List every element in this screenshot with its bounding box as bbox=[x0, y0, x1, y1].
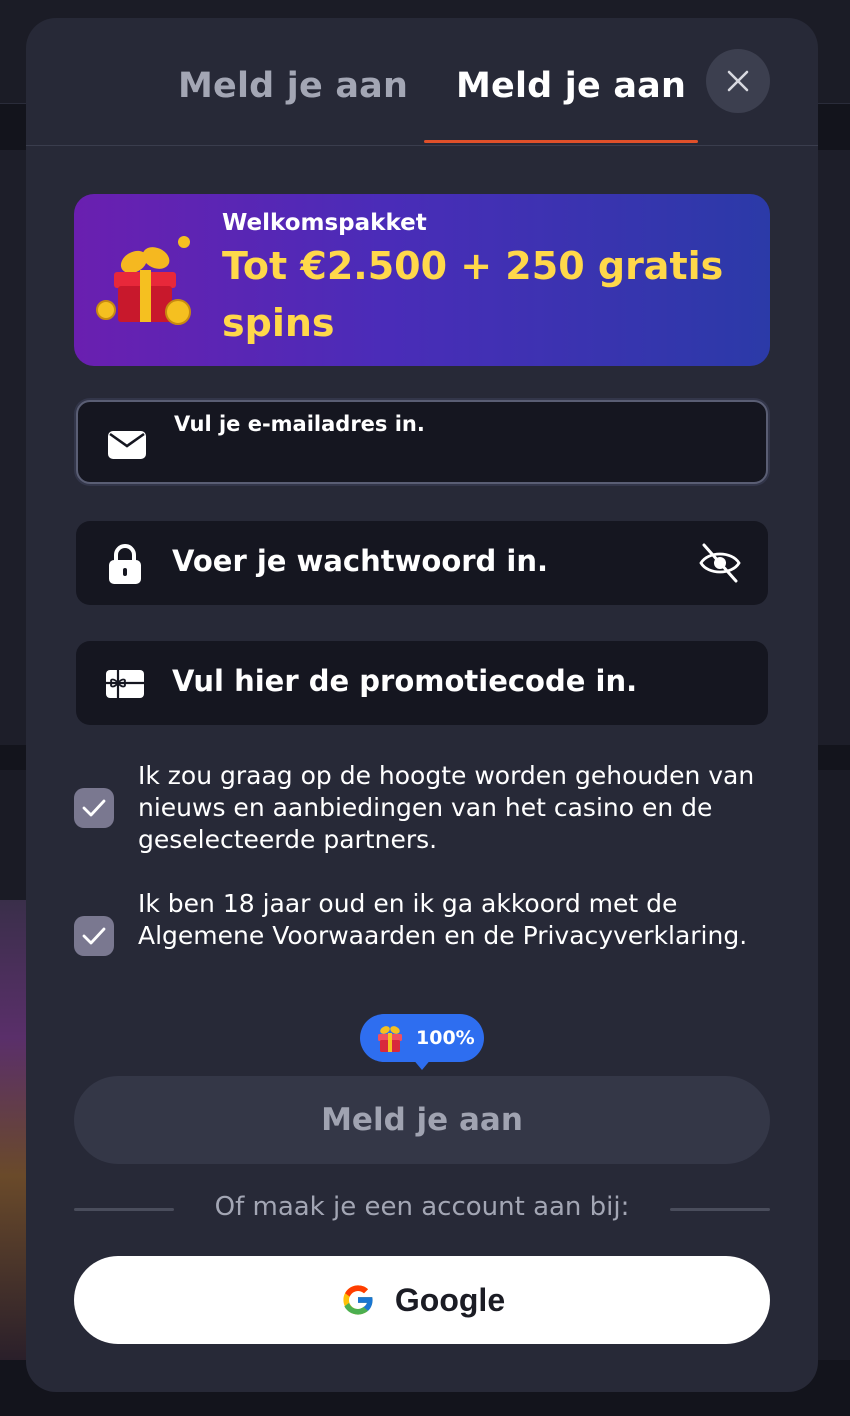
terms-consent-label: Ik ben 18 jaar oud en ik ga akkoord met … bbox=[138, 889, 748, 950]
envelope-icon bbox=[106, 424, 148, 466]
bonus-badge-text: 100% bbox=[416, 1027, 475, 1049]
newsletter-consent: Ik zou graag op de hoogte worden gehoude… bbox=[74, 760, 774, 860]
google-button-label: Google bbox=[394, 1281, 506, 1318]
close-icon bbox=[727, 70, 749, 92]
promo-title: Tot €2.500 + 250 gratis spins bbox=[222, 244, 724, 345]
newsletter-consent-label: Ik zou graag op de hoogte worden gehoude… bbox=[138, 761, 755, 854]
close-button[interactable] bbox=[706, 49, 770, 113]
email-input[interactable] bbox=[174, 448, 734, 478]
eye-off-icon bbox=[699, 543, 741, 583]
tab-register[interactable]: Meld je aan bbox=[456, 66, 686, 106]
bonus-badge-pointer bbox=[412, 1058, 432, 1070]
promocode-field[interactable]: Vul hier de promotiecode in. bbox=[76, 641, 768, 725]
google-signup-button[interactable]: Google bbox=[74, 1256, 770, 1344]
terms-checkbox[interactable] bbox=[74, 916, 114, 956]
checkmark-icon bbox=[82, 927, 106, 945]
bonus-badge: 100% bbox=[360, 1014, 484, 1062]
gift-icon bbox=[378, 1026, 402, 1052]
promocode-placeholder: Vul hier de promotiecode in. bbox=[172, 664, 638, 698]
gift-icon bbox=[96, 236, 191, 325]
register-submit-button[interactable]: Meld je aan bbox=[74, 1076, 770, 1164]
social-divider-text: Of maak je een account aan bij: bbox=[214, 1192, 630, 1222]
lock-icon bbox=[104, 543, 146, 585]
divider-line-right bbox=[670, 1208, 770, 1211]
email-field[interactable]: Vul je e-mailadres in. bbox=[76, 400, 768, 484]
signup-modal: Meld je aan Meld je aan Welkomspakket To… bbox=[26, 18, 818, 1392]
voucher-icon bbox=[104, 663, 146, 705]
toggle-password-visibility[interactable] bbox=[696, 539, 744, 587]
promo-subtitle: Welkomspakket bbox=[222, 210, 427, 236]
social-divider: Of maak je een account aan bij: bbox=[74, 1190, 770, 1230]
google-icon bbox=[343, 1285, 374, 1315]
terms-consent: Ik ben 18 jaar oud en ik ga akkoord met … bbox=[74, 888, 774, 988]
password-field[interactable]: Voer je wachtwoord in. bbox=[76, 521, 768, 605]
password-placeholder: Voer je wachtwoord in. bbox=[172, 544, 549, 578]
newsletter-checkbox[interactable] bbox=[74, 788, 114, 828]
checkmark-icon bbox=[82, 799, 106, 817]
modal-tabs: Meld je aan Meld je aan bbox=[26, 18, 818, 146]
tab-login[interactable]: Meld je aan bbox=[178, 66, 408, 106]
welcome-package-banner: Welkomspakket Tot €2.500 + 250 gratis sp… bbox=[74, 194, 770, 366]
active-tab-indicator bbox=[424, 140, 698, 143]
email-field-label: Vul je e-mailadres in. bbox=[174, 412, 425, 436]
